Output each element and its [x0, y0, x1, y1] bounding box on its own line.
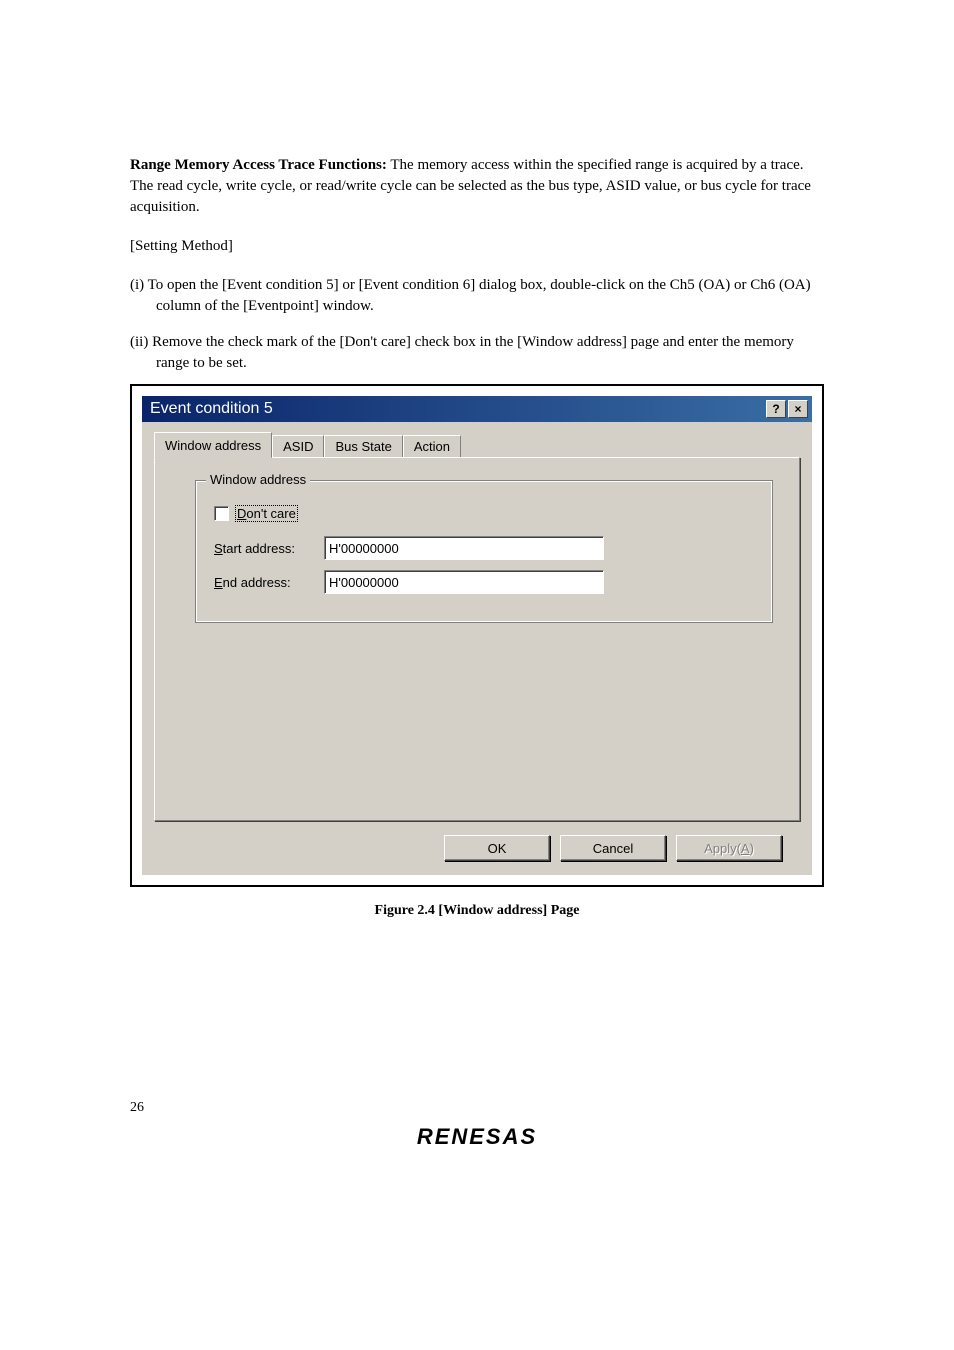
ok-button[interactable]: OK: [444, 835, 550, 861]
tab-window-address[interactable]: Window address: [154, 432, 272, 458]
dialog-screenshot-frame: Event condition 5 ? × Window address ASI…: [130, 384, 824, 887]
apply-button[interactable]: Apply(A): [676, 835, 782, 861]
cancel-button[interactable]: Cancel: [560, 835, 666, 861]
event-condition-dialog: Event condition 5 ? × Window address ASI…: [142, 396, 812, 875]
tab-panel-window-address: Window address Don't care Start address:…: [154, 457, 800, 821]
end-address-label: End address:: [214, 575, 324, 590]
tab-asid[interactable]: ASID: [272, 435, 324, 457]
start-address-label: Start address:: [214, 541, 324, 556]
close-button[interactable]: ×: [788, 400, 808, 418]
end-address-input[interactable]: [324, 570, 604, 594]
renesas-logo: RENESAS: [130, 1124, 824, 1150]
dialog-title: Event condition 5: [150, 400, 273, 418]
list-item: (i) To open the [Event condition 5] or […: [130, 275, 824, 317]
dont-care-label: Don't care: [235, 505, 298, 522]
intro-paragraph: Range Memory Access Trace Functions: The…: [130, 155, 824, 218]
setting-method-label: [Setting Method]: [130, 236, 824, 257]
groupbox-legend: Window address: [206, 472, 310, 487]
window-address-groupbox: Window address Don't care Start address:…: [195, 480, 773, 623]
dont-care-checkbox[interactable]: [214, 506, 229, 521]
tab-action[interactable]: Action: [403, 435, 461, 457]
dialog-titlebar: Event condition 5 ? ×: [142, 396, 812, 422]
help-button[interactable]: ?: [766, 400, 786, 418]
start-address-input[interactable]: [324, 536, 604, 560]
intro-heading: Range Memory Access Trace Functions:: [130, 157, 387, 173]
tab-strip: Window address ASID Bus State Action: [154, 432, 800, 457]
list-item: (ii) Remove the check mark of the [Don't…: [130, 332, 824, 374]
tab-bus-state[interactable]: Bus State: [324, 435, 402, 457]
page-number: 26: [130, 1100, 824, 1116]
figure-caption: Figure 2.4 [Window address] Page: [0, 903, 954, 919]
